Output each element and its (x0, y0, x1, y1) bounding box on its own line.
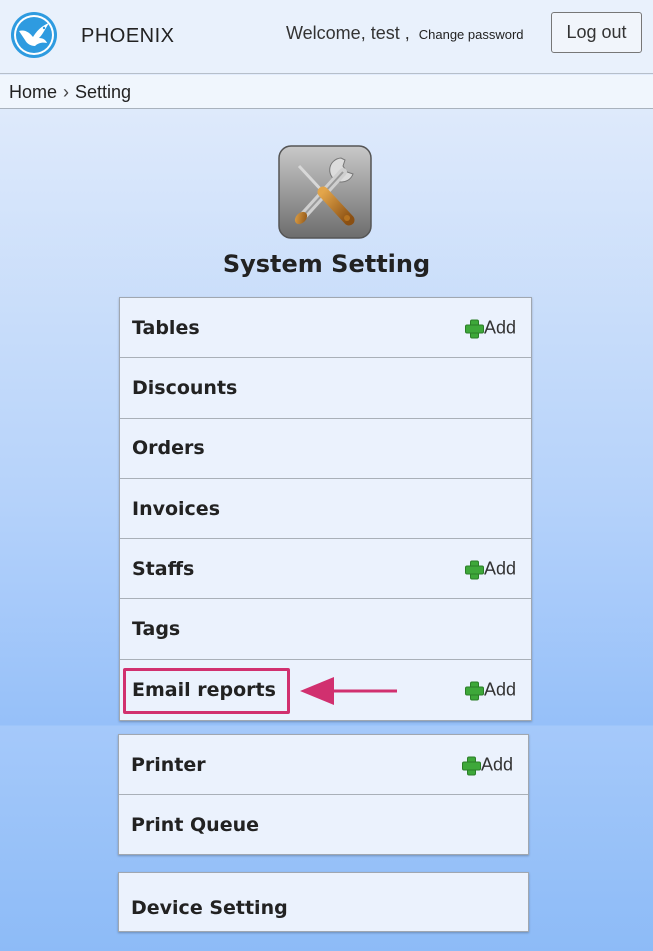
add-printer-button[interactable]: Add (461, 754, 513, 776)
plus-icon (461, 756, 481, 776)
page-title: System Setting (222, 250, 431, 278)
add-staffs-button[interactable]: Add (464, 558, 516, 580)
row-label: Orders (132, 437, 205, 460)
row-label: Tags (132, 618, 181, 641)
settings-row-invoices[interactable]: Invoices (120, 479, 531, 540)
plus-icon (464, 681, 484, 701)
tools-icon (278, 145, 372, 239)
breadcrumb-separator: › (63, 82, 70, 102)
row-label: Print Queue (131, 814, 260, 837)
add-label: Add (480, 754, 513, 775)
add-email-reports-button[interactable]: Add (464, 679, 516, 701)
row-label: Printer (131, 753, 206, 776)
add-label: Add (483, 317, 516, 338)
row-label: Email reports (132, 678, 276, 701)
breadcrumb: Home › Setting (0, 75, 653, 109)
row-label: Staffs (132, 557, 195, 580)
settings-row-device-setting[interactable]: Device Setting (119, 873, 528, 931)
add-label: Add (483, 558, 516, 579)
plus-icon (464, 560, 484, 580)
brand-name: PHOENIX (81, 25, 175, 47)
row-label: Invoices (132, 497, 221, 520)
add-tables-button[interactable]: Add (464, 317, 516, 339)
add-label: Add (483, 679, 516, 700)
settings-group-main: Tables Add Discounts Orders Invoices Sta… (119, 297, 532, 721)
settings-group-device: Device Setting (118, 872, 529, 932)
settings-row-tables[interactable]: Tables Add (120, 298, 531, 359)
phoenix-logo-icon[interactable] (9, 10, 59, 60)
settings-row-staffs[interactable]: Staffs Add (120, 539, 531, 600)
settings-row-printer[interactable]: Printer Add (119, 735, 528, 796)
breadcrumb-current: Setting (75, 82, 132, 102)
logout-button[interactable]: Log out (551, 12, 642, 53)
breadcrumb-home[interactable]: Home (9, 82, 57, 102)
change-password-link[interactable]: Change password (419, 27, 524, 42)
settings-group-printer: Printer Add Print Queue (118, 734, 529, 855)
row-label: Tables (132, 316, 200, 339)
settings-row-discounts[interactable]: Discounts (120, 358, 531, 419)
settings-row-orders[interactable]: Orders (120, 419, 531, 479)
row-label: Device Setting (131, 897, 288, 919)
top-header: PHOENIX Welcome, test , Change password … (0, 0, 653, 74)
welcome-text: Welcome, test , (286, 23, 410, 43)
row-label: Discounts (132, 376, 238, 399)
settings-row-print-queue[interactable]: Print Queue (119, 795, 528, 855)
plus-icon (464, 319, 484, 339)
welcome-message: Welcome, test , Change password (286, 23, 524, 44)
settings-row-tags[interactable]: Tags (120, 599, 531, 660)
arrow-left-icon (300, 677, 397, 705)
